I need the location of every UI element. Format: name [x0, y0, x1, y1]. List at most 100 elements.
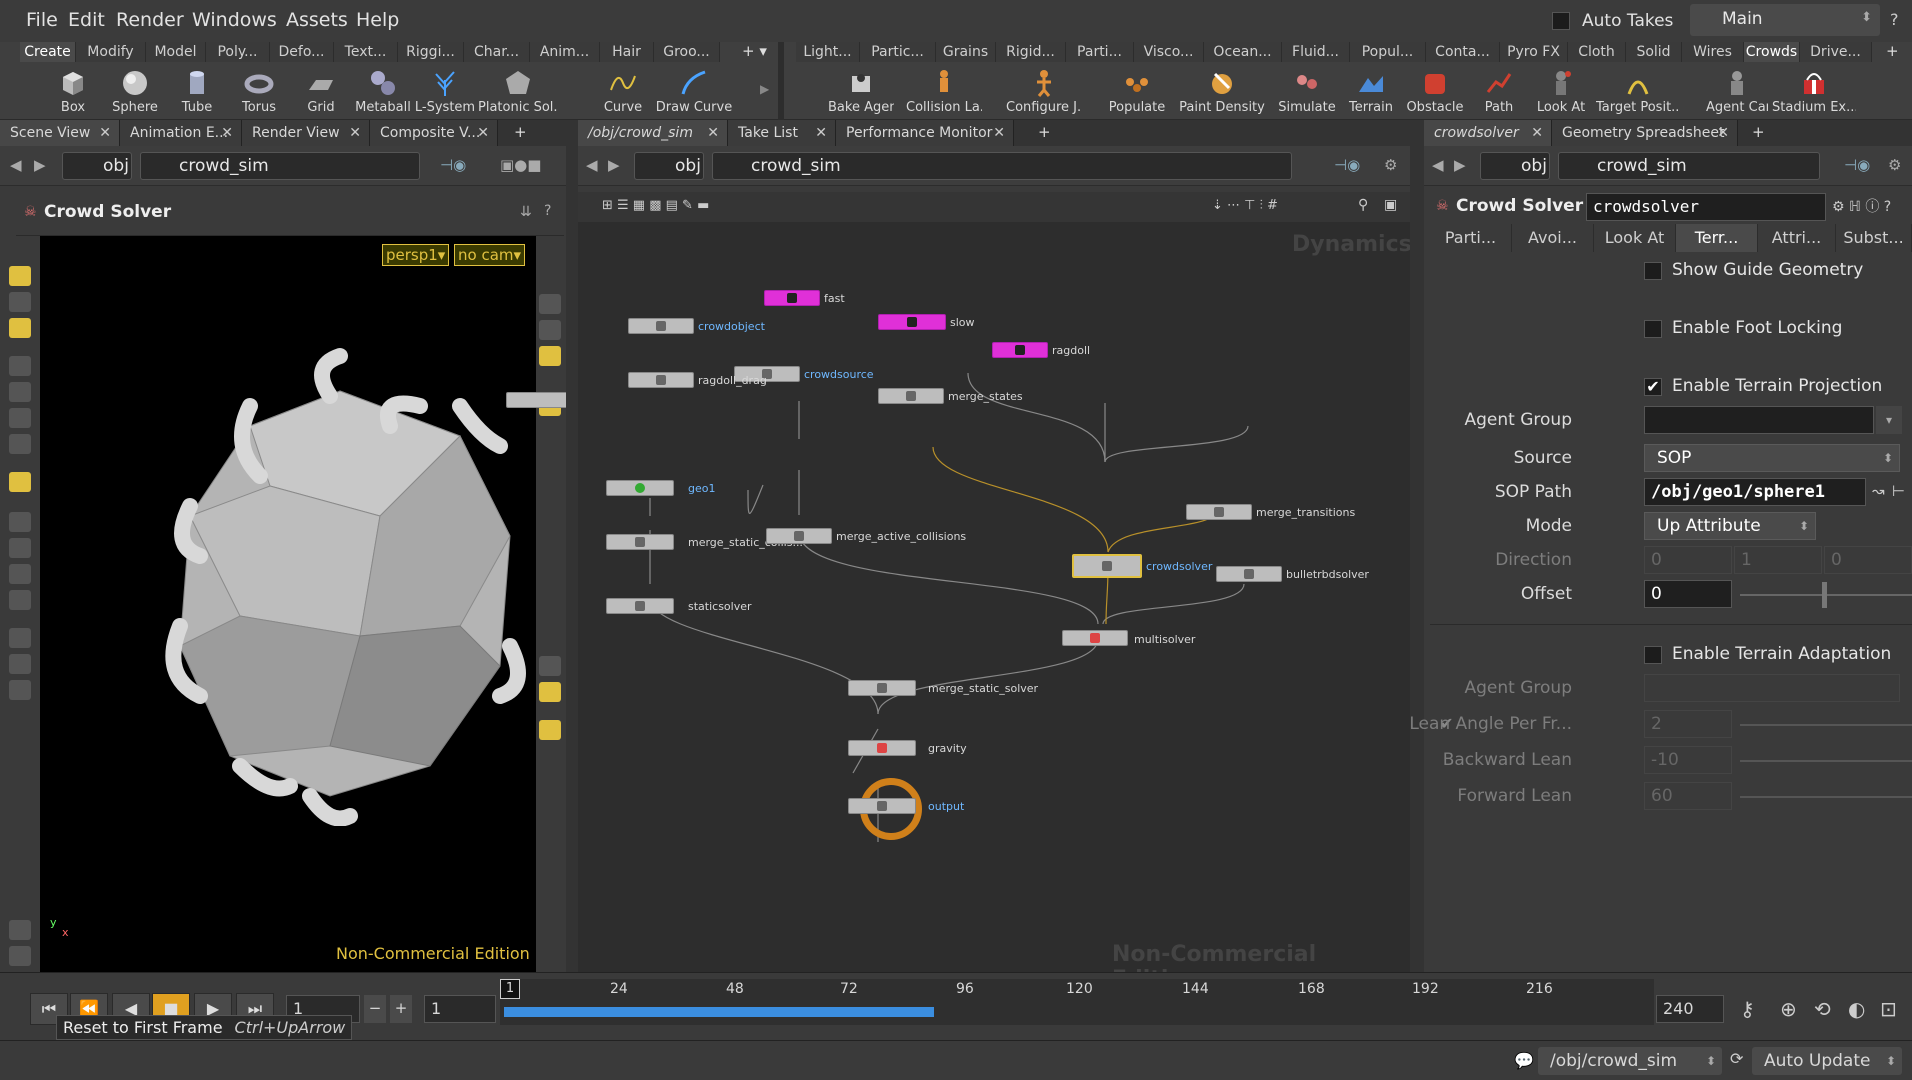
chat-icon[interactable]: 💬: [1514, 1051, 1534, 1070]
tool-look-at[interactable]: Look At: [1530, 64, 1592, 120]
param-tab-look-at[interactable]: Look At: [1594, 224, 1676, 252]
image-icon[interactable]: [539, 682, 561, 702]
tab-scene-view[interactable]: Scene View ✕: [0, 120, 120, 146]
select-tool-icon[interactable]: [9, 266, 31, 286]
chevron-down-icon[interactable]: ▾: [1876, 406, 1902, 434]
menu-help[interactable]: Help: [356, 9, 399, 31]
tree-icon[interactable]: ⇊: [520, 204, 532, 220]
show-guide-checkbox[interactable]: [1644, 262, 1662, 280]
increment-button[interactable]: +: [390, 995, 412, 1023]
translate-tool-icon[interactable]: [9, 382, 31, 402]
tool-metaball[interactable]: Metaball: [352, 64, 414, 120]
snap-grid-icon[interactable]: [9, 512, 31, 532]
node-merge-states[interactable]: [878, 388, 944, 404]
node-geo1[interactable]: [606, 480, 674, 496]
snap-curve-icon[interactable]: [9, 564, 31, 584]
shelf-tab-crowds[interactable]: Crowds: [1744, 42, 1800, 62]
shelf-tab-texture[interactable]: Text...: [334, 42, 398, 62]
shelf-tab-deform[interactable]: Defo...: [270, 42, 334, 62]
add-tab-icon[interactable]: +: [1752, 123, 1765, 141]
param-tab-terrain[interactable]: Terr...: [1676, 224, 1758, 252]
tool-populate[interactable]: Populate: [1106, 64, 1168, 120]
desktop-select[interactable]: Main ⬍: [1690, 4, 1880, 36]
backward-lean-slider[interactable]: [1740, 760, 1912, 762]
tool-stadium-examples[interactable]: Stadium Ex...: [1772, 64, 1856, 120]
shelf-divider[interactable]: [778, 42, 784, 120]
move-tool-icon[interactable]: [9, 292, 31, 312]
view-tool-icon[interactable]: [9, 628, 31, 648]
shelf-tab-container[interactable]: Conta...: [1426, 42, 1500, 62]
direction-y-field[interactable]: 1: [1734, 546, 1822, 574]
node-name-field[interactable]: crowdsolver: [1586, 193, 1826, 221]
shelf-tab-grooming[interactable]: Groo...: [654, 42, 720, 62]
magnet-icon[interactable]: [9, 590, 31, 610]
display-options-icon[interactable]: [539, 320, 561, 340]
path-obj[interactable]: obj: [634, 152, 704, 180]
camera-tool-icon[interactable]: [9, 654, 31, 674]
forward-lean-slider[interactable]: [1740, 796, 1912, 798]
add-shelf-tab-right-icon[interactable]: +: [1886, 42, 1899, 60]
forward-icon[interactable]: ▶: [608, 156, 620, 174]
node-geo1-hidden[interactable]: [506, 392, 572, 408]
terrain-adaptation-checkbox[interactable]: [1644, 646, 1662, 664]
tab-composite-view[interactable]: Composite V... ✕: [370, 120, 498, 146]
node-crowdobject[interactable]: [628, 318, 694, 334]
path-crowd-sim[interactable]: crowd_sim: [712, 152, 1292, 180]
close-icon[interactable]: ✕: [1717, 120, 1729, 146]
light-tool-icon[interactable]: [9, 920, 31, 940]
pose-tool-icon[interactable]: [9, 472, 31, 492]
pane-splitter-left[interactable]: [566, 120, 578, 972]
tool-simulate[interactable]: Simulate: [1276, 64, 1338, 120]
shelf-tab-animation[interactable]: Anim...: [530, 42, 600, 62]
help-icon[interactable]: ?: [1890, 10, 1899, 29]
add-shelf-tab-icon[interactable]: + ▾: [742, 42, 767, 60]
shelf-tab-ocean[interactable]: Ocean...: [1204, 42, 1282, 62]
shelf-tab-rigid[interactable]: Rigid...: [996, 42, 1066, 62]
tool-target-posture[interactable]: Target Posit...: [1596, 64, 1680, 120]
menu-edit[interactable]: Edit: [68, 9, 105, 31]
terrain-projection-checkbox[interactable]: ✔: [1644, 378, 1662, 396]
menu-windows[interactable]: Windows: [192, 9, 277, 31]
audio-icon[interactable]: ◐: [1848, 997, 1865, 1021]
tab-crowdsolver[interactable]: crowdsolver ✕: [1424, 120, 1552, 146]
shelf-tab-character[interactable]: Char...: [464, 42, 530, 62]
add-tab-icon[interactable]: +: [514, 123, 527, 141]
shelf-tab-model[interactable]: Model: [146, 42, 206, 62]
shelf-tab-poly[interactable]: Poly...: [206, 42, 270, 62]
offset-slider-handle[interactable]: [1822, 582, 1827, 608]
handle-tool-icon[interactable]: [9, 318, 31, 338]
render-tool-icon[interactable]: [9, 680, 31, 700]
node-ragdoll[interactable]: [992, 342, 1048, 358]
rotate-tool-icon[interactable]: [9, 408, 31, 428]
param-tab-substeps[interactable]: Subst...: [1836, 224, 1912, 252]
auto-takes-checkbox[interactable]: [1552, 12, 1570, 30]
shelf-tab-grains[interactable]: Grains: [936, 42, 996, 62]
back-icon[interactable]: ◀: [586, 156, 598, 174]
close-icon[interactable]: ✕: [1531, 120, 1543, 146]
network-editor[interactable]: ⊞ ☰ ▦ ▩ ▤ ✎ ▬ ⇣ ⋯ ⊤ ⫶ # ⚲ ▣ Dynamics Non…: [506, 192, 1412, 992]
node-slow[interactable]: [878, 314, 946, 330]
shelf-tab-particles[interactable]: Partic...: [860, 42, 936, 62]
mode-select[interactable]: Up Attribute ⬍: [1644, 512, 1816, 540]
pin-icon[interactable]: ⊣◉: [1334, 156, 1360, 174]
auto-update-select[interactable]: Auto Update ⬍: [1752, 1047, 1902, 1075]
shelf-tab-pyro[interactable]: Pyro FX: [1500, 42, 1568, 62]
close-icon[interactable]: ✕: [349, 120, 361, 146]
scale-tool-icon[interactable]: [9, 434, 31, 454]
shelf-tab-viscous[interactable]: Visco...: [1134, 42, 1204, 62]
tool-configure-joints[interactable]: Configure J...: [1006, 64, 1082, 120]
loop-icon[interactable]: ⟲: [1814, 997, 1831, 1021]
snap-point-icon[interactable]: [9, 538, 31, 558]
param-tab-attributes[interactable]: Attri...: [1758, 224, 1836, 252]
lock-icon[interactable]: [539, 294, 561, 314]
pin-view-icon[interactable]: [539, 720, 561, 740]
viewport-3d[interactable]: persp1▾ no cam▾ y x Non-Commercial Editi…: [40, 236, 536, 972]
no-camera-menu[interactable]: no cam▾: [454, 244, 526, 266]
menu-render[interactable]: Render: [116, 9, 184, 31]
realtime-icon[interactable]: ⊕: [1780, 997, 1797, 1021]
current-frame-field[interactable]: 1: [424, 995, 496, 1023]
close-icon[interactable]: ✕: [707, 120, 719, 146]
tool-torus[interactable]: Torus: [228, 64, 290, 120]
shelf-tab-modify[interactable]: Modify: [76, 42, 146, 62]
refresh-icon[interactable]: ⟳: [1730, 1049, 1743, 1068]
